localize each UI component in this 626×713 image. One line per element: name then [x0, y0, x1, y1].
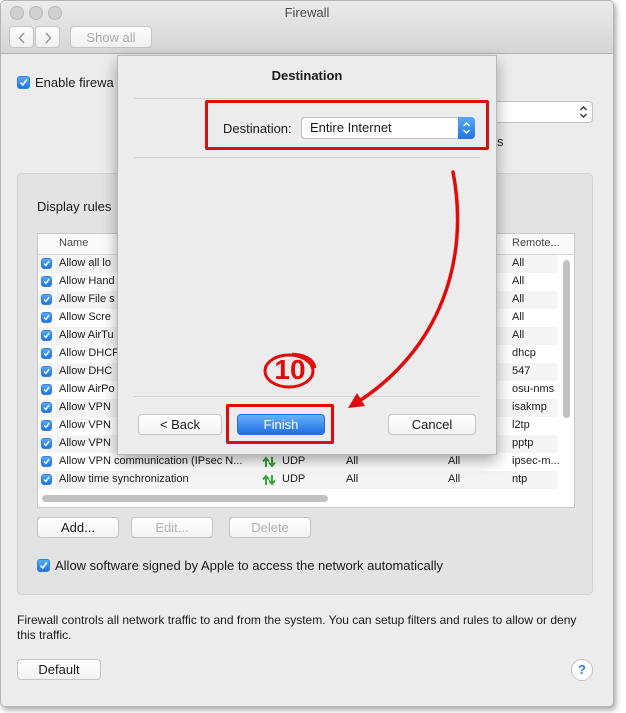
horizontal-scrollbar[interactable] [42, 495, 328, 502]
rule-local-cell: All [346, 473, 359, 485]
rules-partial-label: s [497, 134, 504, 149]
checkmark-icon [39, 562, 48, 570]
rule-name-cell: Allow time synchronization [59, 473, 189, 485]
rule-remote-cell: isakmp [512, 401, 547, 413]
rule-remote-cell: dhcp [512, 347, 536, 359]
rule-enabled-checkbox[interactable] [41, 294, 52, 305]
sheet-separator-mid [134, 157, 480, 158]
checkmark-icon [43, 350, 50, 357]
rule-enabled-checkbox[interactable] [41, 258, 52, 269]
checkmark-icon [43, 404, 50, 411]
rule-name-cell: Allow VPN [59, 437, 111, 449]
rule-local-cell: All [346, 455, 359, 467]
chevron-left-icon [17, 32, 25, 44]
rule-enabled-checkbox[interactable] [41, 420, 52, 431]
rule-remote-cell: All [512, 329, 525, 341]
checkmark-icon [19, 79, 28, 87]
rule-remote-cell: l2tp [512, 419, 530, 431]
vertical-scrollbar[interactable] [563, 260, 570, 418]
firewall-description: Firewall controls all network traffic to… [17, 613, 577, 642]
rule-protocol-cell: UDP [282, 455, 306, 467]
checkmark-icon [43, 440, 50, 447]
rule-name-cell: Allow all lo [59, 257, 111, 269]
checkmark-icon [43, 476, 50, 483]
rule-remote-cell: ipsec-m... [512, 455, 560, 467]
rule-enabled-checkbox[interactable] [41, 366, 52, 377]
enable-firewall-label: Enable firewa [35, 75, 114, 90]
rule-port-cell: All [448, 473, 461, 485]
back-button[interactable]: < Back [138, 414, 222, 435]
step-number-label: 10 [274, 354, 306, 385]
allow-signed-label: Allow software signed by Apple to access… [55, 558, 444, 573]
rule-port-cell: All [448, 455, 461, 467]
help-button[interactable]: ? [571, 659, 593, 681]
rule-remote-cell: pptp [512, 437, 534, 449]
cancel-button[interactable]: Cancel [388, 414, 476, 435]
rule-name-cell: Allow VPN communication (IPsec N... [59, 455, 243, 467]
rule-name-cell: Allow DHCP [59, 347, 120, 359]
rule-enabled-checkbox[interactable] [41, 438, 52, 449]
rule-remote-cell: 547 [512, 365, 531, 377]
rule-name-cell: Allow File s [59, 293, 115, 305]
rule-name-cell: Allow DHC [59, 365, 113, 377]
rule-protocol-cell: UDP [282, 473, 306, 485]
nav-back-button[interactable] [9, 26, 34, 48]
rule-name-cell: Allow Hand [59, 275, 115, 287]
checkmark-icon [43, 296, 50, 303]
show-all-button[interactable]: Show all [70, 26, 152, 48]
rule-name-cell: Allow VPN [59, 401, 111, 413]
rule-enabled-checkbox[interactable] [41, 330, 52, 341]
window-title: Firewall [284, 5, 330, 20]
edit-rule-button[interactable]: Edit... [131, 517, 213, 538]
chevron-right-icon [44, 32, 52, 44]
sheet-separator-top [134, 98, 480, 99]
checkmark-icon [43, 332, 50, 339]
checkmark-icon [43, 278, 50, 285]
rule-enabled-checkbox[interactable] [41, 348, 52, 359]
finish-highlight-box [226, 404, 334, 444]
rule-remote-cell: All [512, 257, 525, 269]
rule-remote-cell: All [512, 311, 525, 323]
updown-arrows-icon [580, 106, 587, 118]
step-number-badge: 10 [262, 350, 318, 390]
rule-enabled-checkbox[interactable] [41, 474, 52, 485]
enable-firewall-checkbox[interactable] [17, 76, 30, 89]
table-row[interactable]: Allow time synchronization UDP All All ntp [38, 471, 558, 489]
sheet-separator-bottom [134, 396, 480, 397]
rule-name-cell: Allow Scre [59, 311, 111, 323]
add-rule-button[interactable]: Add... [37, 517, 119, 538]
rule-enabled-checkbox[interactable] [41, 402, 52, 413]
checkmark-icon [43, 386, 50, 393]
rule-enabled-checkbox[interactable] [41, 456, 52, 467]
checkmark-icon [43, 260, 50, 267]
rule-remote-cell: ntp [512, 473, 528, 485]
rules-mode-popup[interactable] [495, 101, 593, 123]
rule-name-cell: Allow AirPo [59, 383, 115, 395]
rule-name-cell: Allow AirTu [59, 329, 114, 341]
rule-remote-cell: All [512, 275, 525, 287]
column-remote-header[interactable]: Remote... [512, 237, 560, 249]
default-button[interactable]: Default [17, 659, 101, 680]
table-row[interactable]: Allow VPN communication (IPsec N... UDP Al… [38, 453, 560, 471]
destination-highlight-box [205, 100, 489, 150]
checkmark-icon [43, 422, 50, 429]
bidirectional-arrows-icon [262, 474, 276, 489]
checkmark-icon [43, 368, 50, 375]
rule-remote-cell: All [512, 293, 525, 305]
nav-forward-button[interactable] [35, 26, 60, 48]
sheet-title: Destination [271, 68, 343, 83]
rule-enabled-checkbox[interactable] [41, 276, 52, 287]
allow-signed-checkbox[interactable] [37, 559, 50, 572]
checkmark-icon [43, 458, 50, 465]
title-bar: Firewall Show all [1, 1, 613, 54]
checkmark-icon [43, 314, 50, 321]
bidirectional-arrows-icon [262, 456, 276, 471]
rule-remote-cell: osu-nms [512, 383, 555, 395]
rule-enabled-checkbox[interactable] [41, 312, 52, 323]
rule-name-cell: Allow VPN [59, 419, 111, 431]
delete-rule-button[interactable]: Delete [229, 517, 311, 538]
rule-enabled-checkbox[interactable] [41, 384, 52, 395]
column-name-header[interactable]: Name [59, 237, 88, 249]
display-rules-label: Display rules [37, 199, 112, 214]
